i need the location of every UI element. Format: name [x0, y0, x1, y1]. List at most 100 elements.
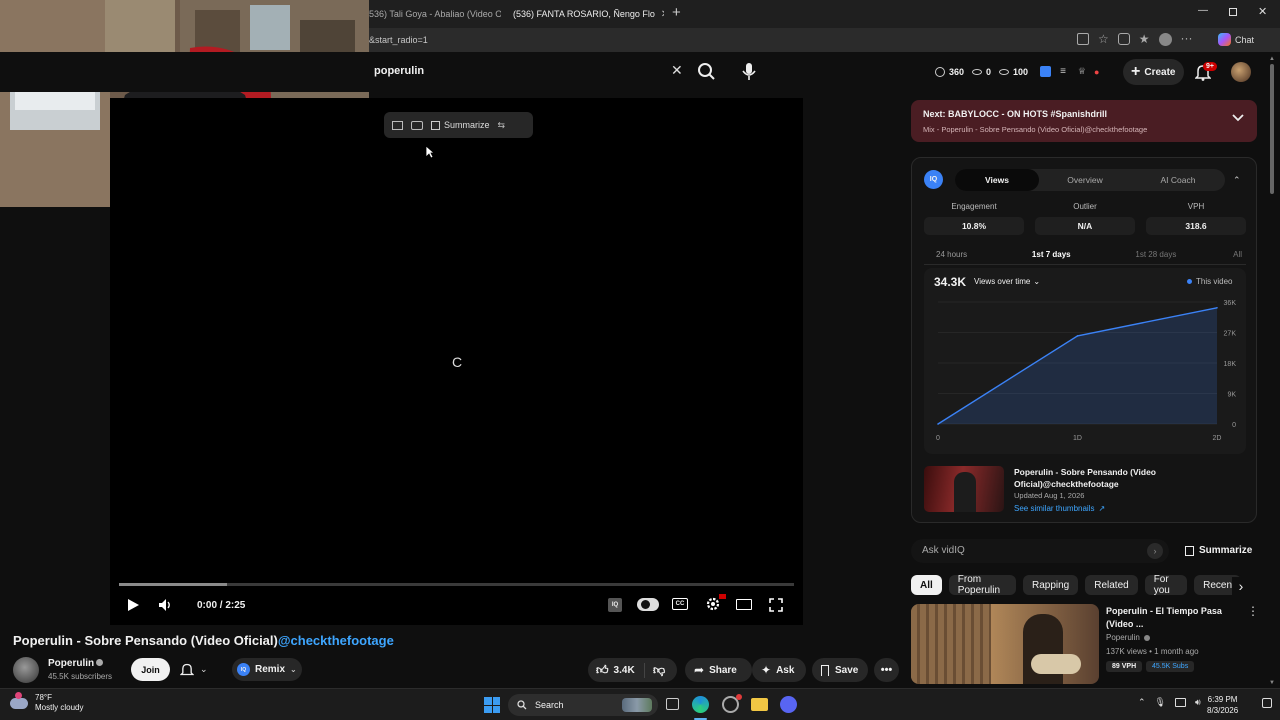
- range-selector: 24 hours 1st 7 days 1st 28 days All: [924, 250, 1246, 259]
- chips-next-icon[interactable]: ›: [1232, 577, 1250, 595]
- chip-from-poperulin[interactable]: From Poperulin: [948, 575, 1016, 595]
- chip-rapping[interactable]: Rapping: [1022, 575, 1079, 595]
- subscribe-bell-button[interactable]: ⌄: [180, 658, 222, 681]
- theater-mode-icon[interactable]: [736, 599, 752, 610]
- search-value[interactable]: poperulin: [374, 65, 424, 77]
- range-1st-28-days[interactable]: 1st 28 days: [1123, 250, 1188, 259]
- extensions-icon[interactable]: [1117, 33, 1130, 45]
- collapse-icon[interactable]: ⌃: [1233, 175, 1241, 186]
- settings-gear-icon[interactable]: [704, 594, 726, 612]
- range-divider: [924, 264, 1246, 265]
- share-button[interactable]: ➦ Share: [685, 658, 752, 682]
- video-player[interactable]: Summarize ⇆ C 0:00 / 2:25 IQ CC: [110, 98, 803, 625]
- tab-tali-goya[interactable]: 536) Tali Goya - Abaliao (Video O ✕: [369, 3, 501, 25]
- create-button[interactable]: + Create: [1123, 59, 1184, 85]
- recommendation-thumbnail[interactable]: [911, 604, 1099, 684]
- tab-views[interactable]: Views: [955, 169, 1039, 191]
- search-icon[interactable]: [697, 62, 717, 82]
- join-button[interactable]: Join: [131, 658, 170, 681]
- clear-search-icon[interactable]: ✕: [671, 62, 683, 79]
- microphone-icon[interactable]: 🎙︎: [1155, 697, 1166, 708]
- minimize-icon[interactable]: —: [1198, 5, 1208, 16]
- tab-fanta-rosario[interactable]: (536) FANTA ROSARIO, Ñengo Flo ✕: [508, 3, 664, 25]
- microphone-icon[interactable]: [741, 62, 757, 82]
- profile-icon[interactable]: [1158, 33, 1172, 46]
- task-view-icon[interactable]: [666, 698, 679, 710]
- list-icon[interactable]: ≡: [1060, 66, 1066, 77]
- chip-related[interactable]: Related: [1085, 575, 1138, 595]
- favorite-star-icon[interactable]: ☆: [1098, 33, 1109, 46]
- page-scrollbar[interactable]: ▲ ▼: [1268, 56, 1276, 686]
- range-all[interactable]: All: [1229, 250, 1246, 259]
- autoplay-toggle[interactable]: [637, 598, 659, 611]
- network-icon[interactable]: [1174, 698, 1186, 707]
- steam-icon[interactable]: [722, 694, 742, 713]
- tab-ai-coach[interactable]: AI Coach: [1131, 169, 1225, 191]
- vidiq-player-icon[interactable]: IQ: [608, 598, 622, 612]
- collections-icon[interactable]: ★: [1139, 33, 1150, 46]
- title-channel-link[interactable]: @checkthefootage: [278, 633, 394, 648]
- translate-icon[interactable]: ⇆: [498, 120, 506, 131]
- new-tab-icon[interactable]: +: [672, 4, 681, 21]
- play-icon[interactable]: [124, 596, 142, 614]
- see-similar-thumbnails-link[interactable]: See similar thumbnails ↗: [1014, 504, 1105, 513]
- vidiq-icon[interactable]: [1040, 66, 1052, 77]
- chip-for-you[interactable]: For you: [1144, 575, 1188, 595]
- recommendation-title[interactable]: Poperulin - El Tiempo Pasa (Video ...: [1106, 605, 1226, 631]
- screenshot-icon[interactable]: [411, 120, 423, 130]
- more-icon[interactable]: ···: [1181, 32, 1193, 46]
- scroll-thumb[interactable]: [1270, 64, 1274, 194]
- volume-icon[interactable]: [156, 596, 174, 614]
- discord-icon[interactable]: [780, 696, 797, 713]
- views-over-time-dropdown[interactable]: Views over time ⌄: [974, 277, 1040, 286]
- next-up-banner[interactable]: Next: BABYLOCC - ON HOTS #Spanishdrill M…: [911, 100, 1257, 142]
- clock[interactable]: 6:39 PM 8/3/2026: [1207, 694, 1238, 716]
- send-arrow-icon[interactable]: ›: [1147, 543, 1163, 559]
- scroll-down-icon[interactable]: ▼: [1268, 680, 1276, 686]
- captions-icon[interactable]: CC: [672, 598, 688, 610]
- recommendation-channel[interactable]: Poperulin: [1106, 633, 1150, 642]
- summarize-tool-button[interactable]: Summarize: [431, 120, 490, 130]
- notification-center-icon[interactable]: [1262, 698, 1272, 708]
- volume-icon[interactable]: 🔊︎: [1195, 697, 1201, 708]
- chevron-up-icon[interactable]: ⌃: [1138, 697, 1146, 708]
- copilot-chat-button[interactable]: Chat: [1218, 33, 1254, 46]
- thumbnail-preview-image[interactable]: [924, 466, 1004, 512]
- remix-button[interactable]: IQ Remix ⌄: [232, 658, 302, 681]
- taskbar-search[interactable]: Search: [508, 694, 658, 716]
- windows-start-icon[interactable]: [484, 697, 500, 713]
- progress-bar[interactable]: [119, 583, 794, 586]
- scroll-up-icon[interactable]: ▲: [1268, 56, 1276, 62]
- chevron-down-icon: ⌄: [200, 664, 208, 674]
- chip-all[interactable]: All: [911, 575, 942, 595]
- miniplayer-icon[interactable]: [392, 120, 403, 130]
- search-input[interactable]: poperulin ✕: [369, 60, 693, 84]
- close-window-icon[interactable]: ✕: [1258, 5, 1267, 18]
- range-24-hours[interactable]: 24 hours: [924, 250, 979, 259]
- ask-button[interactable]: ✦ Ask: [752, 658, 806, 682]
- split-screen-icon[interactable]: [1077, 33, 1089, 45]
- close-icon[interactable]: ✕: [661, 9, 664, 20]
- sidebar-summarize-button[interactable]: Summarize: [1185, 545, 1252, 556]
- url-text[interactable]: &start_radio=1: [369, 35, 428, 45]
- save-button[interactable]: Save: [812, 658, 868, 682]
- alert-icon[interactable]: ●: [1094, 67, 1099, 77]
- channel-name[interactable]: Poperulin: [48, 658, 94, 669]
- thumbs-down-icon[interactable]: 👎︎: [653, 663, 665, 678]
- avatar[interactable]: [1231, 62, 1251, 82]
- ask-vidiq-input[interactable]: Ask vidIQ ›: [911, 539, 1169, 563]
- trophy-icon[interactable]: ♕: [1078, 66, 1086, 77]
- recommendation-menu-icon[interactable]: ⋮: [1247, 605, 1259, 617]
- chevron-down-icon[interactable]: [1232, 113, 1244, 123]
- range-1st-7-days[interactable]: 1st 7 days: [1020, 250, 1083, 259]
- restore-icon[interactable]: [1229, 8, 1237, 16]
- weather-widget[interactable]: 78°F Mostly cloudy: [10, 691, 83, 713]
- edge-browser-icon[interactable]: [692, 696, 709, 713]
- thumb-title[interactable]: Poperulin - Sobre Pensando (Video Oficia…: [1014, 466, 1174, 490]
- channel-avatar[interactable]: [13, 657, 39, 683]
- tab-overview[interactable]: Overview: [1039, 169, 1131, 191]
- like-button[interactable]: 👍︎ 3.4K: [588, 662, 645, 678]
- fullscreen-icon[interactable]: [768, 597, 784, 613]
- file-explorer-icon[interactable]: [751, 698, 768, 711]
- more-actions-button[interactable]: •••: [874, 658, 899, 682]
